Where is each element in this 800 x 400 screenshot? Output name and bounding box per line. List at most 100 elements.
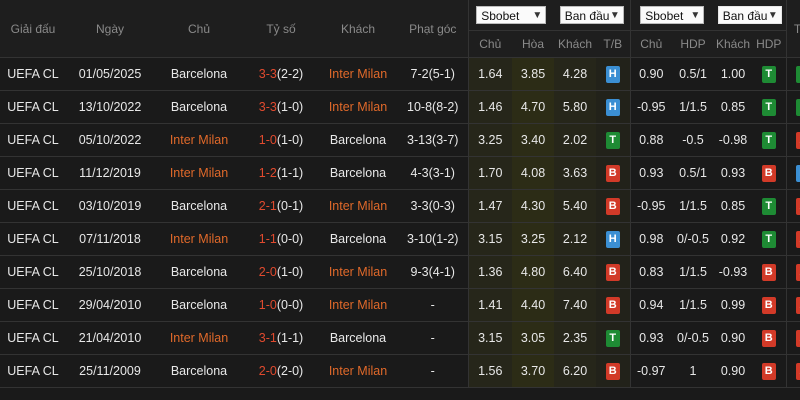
- half-time-score: (0-1): [276, 199, 304, 213]
- hdp-result-cell: T: [752, 222, 786, 256]
- tx-badge: X: [796, 263, 800, 281]
- table-row[interactable]: UEFA CL 05/10/2022 Inter Milan 1-0(1-0) Barc…: [0, 123, 800, 157]
- home-team-cell: Inter Milan: [154, 123, 244, 157]
- table-row[interactable]: UEFA CL 13/10/2022 Barcelona 3-3(1-0) Inter …: [0, 90, 800, 124]
- away-handicap-odds-cell: -0.98: [714, 123, 752, 157]
- full-time-score: 1-2: [258, 166, 277, 180]
- corner-cell: 3-10(1-2): [398, 222, 468, 256]
- corner-cell: 10-8(8-2): [398, 90, 468, 124]
- score-cell: 3-1(1-1): [244, 321, 318, 355]
- tb-badge: B: [605, 164, 620, 182]
- tx-result-cell: X: [785, 222, 800, 256]
- table-row[interactable]: UEFA CL 03/10/2019 Barcelona 2-1(0-1) Inter …: [0, 189, 800, 223]
- league-cell: UEFA CL: [0, 222, 66, 256]
- hdp-result-cell: B: [752, 288, 786, 322]
- handicap-line-cell: -0.5: [672, 123, 714, 157]
- league-cell: UEFA CL: [0, 288, 66, 322]
- hdp-result-cell: T: [752, 90, 786, 124]
- tb-result-cell: B: [596, 255, 630, 289]
- half-time-score: (1-0): [276, 265, 304, 279]
- home-odds-cell: 1.56: [467, 354, 512, 388]
- home-odds-cell: 3.15: [467, 321, 512, 355]
- half-time-score: (0-0): [276, 298, 304, 312]
- tx-badge: X: [796, 362, 800, 380]
- hdp-result-cell: T: [752, 123, 786, 157]
- away-team-cell: Barcelona: [318, 321, 398, 355]
- home-team-cell: Inter Milan: [154, 321, 244, 355]
- league-cell: UEFA CL: [0, 123, 66, 157]
- subheader-draw-odds: Hòa: [512, 30, 554, 58]
- table-row[interactable]: UEFA CL 25/10/2018 Barcelona 2-0(1-0) Inter …: [0, 255, 800, 289]
- full-time-score: 2-0: [258, 364, 277, 378]
- table-row[interactable]: UEFA CL 11/12/2019 Inter Milan 1-2(1-1) Barc…: [0, 156, 800, 190]
- tx-badge: H: [796, 164, 800, 182]
- tx-result-cell: X: [785, 321, 800, 355]
- hdp-badge: T: [761, 131, 776, 149]
- handicap-line-cell: 0/-0.5: [672, 321, 714, 355]
- corner-cell: 9-3(4-1): [398, 255, 468, 289]
- home-team-cell: Inter Milan: [154, 222, 244, 256]
- half-time-score: (1-1): [276, 331, 304, 345]
- handicap-line-cell: 1/1.5: [672, 90, 714, 124]
- tx-result-cell: T: [785, 57, 800, 91]
- tb-result-cell: H: [596, 90, 630, 124]
- odds-type-select-handicap[interactable]: Ban đầu ▼: [717, 6, 782, 24]
- odds-type-select-1x2[interactable]: Ban đầu ▼: [559, 6, 624, 24]
- tb-badge: T: [605, 131, 620, 149]
- away-team-cell: Barcelona: [318, 123, 398, 157]
- date-cell: 01/05/2025: [66, 57, 154, 91]
- away-handicap-odds-cell: 0.93: [714, 156, 752, 190]
- away-team-cell: Barcelona: [318, 156, 398, 190]
- tb-result-cell: T: [596, 321, 630, 355]
- table-row[interactable]: UEFA CL 01/05/2025 Barcelona 3-3(2-2) Inter …: [0, 57, 800, 91]
- draw-odds-cell: 3.25: [512, 222, 554, 256]
- full-time-score: 3-3: [258, 100, 277, 114]
- away-team-cell: Inter Milan: [318, 354, 398, 388]
- corner-cell: 3-13(3-7): [398, 123, 468, 157]
- away-odds-cell: 2.12: [554, 222, 596, 256]
- half-time-score: (2-2): [276, 67, 304, 81]
- hdp-badge: B: [761, 296, 776, 314]
- tx-result-cell: X: [785, 123, 800, 157]
- hdp-badge: T: [761, 65, 776, 83]
- away-team-cell: Inter Milan: [318, 57, 398, 91]
- away-team-cell: Inter Milan: [318, 90, 398, 124]
- subheader-hdp-line: HDP: [672, 30, 714, 58]
- tx-result-cell: X: [785, 288, 800, 322]
- bookmaker-select-handicap[interactable]: Sbobet ▼: [640, 6, 705, 24]
- full-time-score: 1-0: [258, 133, 277, 147]
- away-handicap-odds-cell: 1.00: [714, 57, 752, 91]
- table-row[interactable]: UEFA CL 29/04/2010 Barcelona 1-0(0-0) Inter …: [0, 288, 800, 322]
- corner-cell: 3-3(0-3): [398, 189, 468, 223]
- tb-badge: B: [605, 362, 620, 380]
- header-league: Giải đấu: [0, 0, 66, 58]
- score-cell: 1-0(1-0): [244, 123, 318, 157]
- tb-result-cell: B: [596, 354, 630, 388]
- table-row[interactable]: UEFA CL 21/04/2010 Inter Milan 3-1(1-1) Barc…: [0, 321, 800, 355]
- league-cell: UEFA CL: [0, 321, 66, 355]
- away-handicap-odds-cell: 0.90: [714, 354, 752, 388]
- away-team-cell: Inter Milan: [318, 189, 398, 223]
- tb-badge: H: [605, 65, 620, 83]
- bookmaker-select-1x2[interactable]: Sbobet ▼: [476, 6, 547, 24]
- full-time-score: 2-0: [258, 265, 277, 279]
- hdp-badge: B: [761, 263, 776, 281]
- date-cell: 25/10/2018: [66, 255, 154, 289]
- header-date: Ngày: [66, 0, 154, 58]
- h2h-table-panel: Giải đấu Ngày Chủ Tỷ số Khách Phạt góc S…: [0, 0, 800, 400]
- chevron-down-icon: ▼: [767, 10, 778, 21]
- handicap-line-cell: 1: [672, 354, 714, 388]
- hdp-result-cell: B: [752, 354, 786, 388]
- home-handicap-odds-cell: -0.95: [629, 90, 672, 124]
- header-tx: T/X: [785, 0, 800, 58]
- table-row[interactable]: UEFA CL 07/11/2018 Inter Milan 1-1(0-0) Barc…: [0, 222, 800, 256]
- home-handicap-odds-cell: 0.88: [629, 123, 672, 157]
- tx-result-cell: X: [785, 189, 800, 223]
- table-row[interactable]: UEFA CL 25/11/2009 Barcelona 2-0(2-0) Inter …: [0, 354, 800, 388]
- tb-badge: B: [605, 296, 620, 314]
- home-handicap-odds-cell: 0.94: [629, 288, 672, 322]
- draw-odds-cell: 4.80: [512, 255, 554, 289]
- score-cell: 2-0(1-0): [244, 255, 318, 289]
- home-handicap-odds-cell: -0.97: [629, 354, 672, 388]
- hdp-badge: T: [761, 230, 776, 248]
